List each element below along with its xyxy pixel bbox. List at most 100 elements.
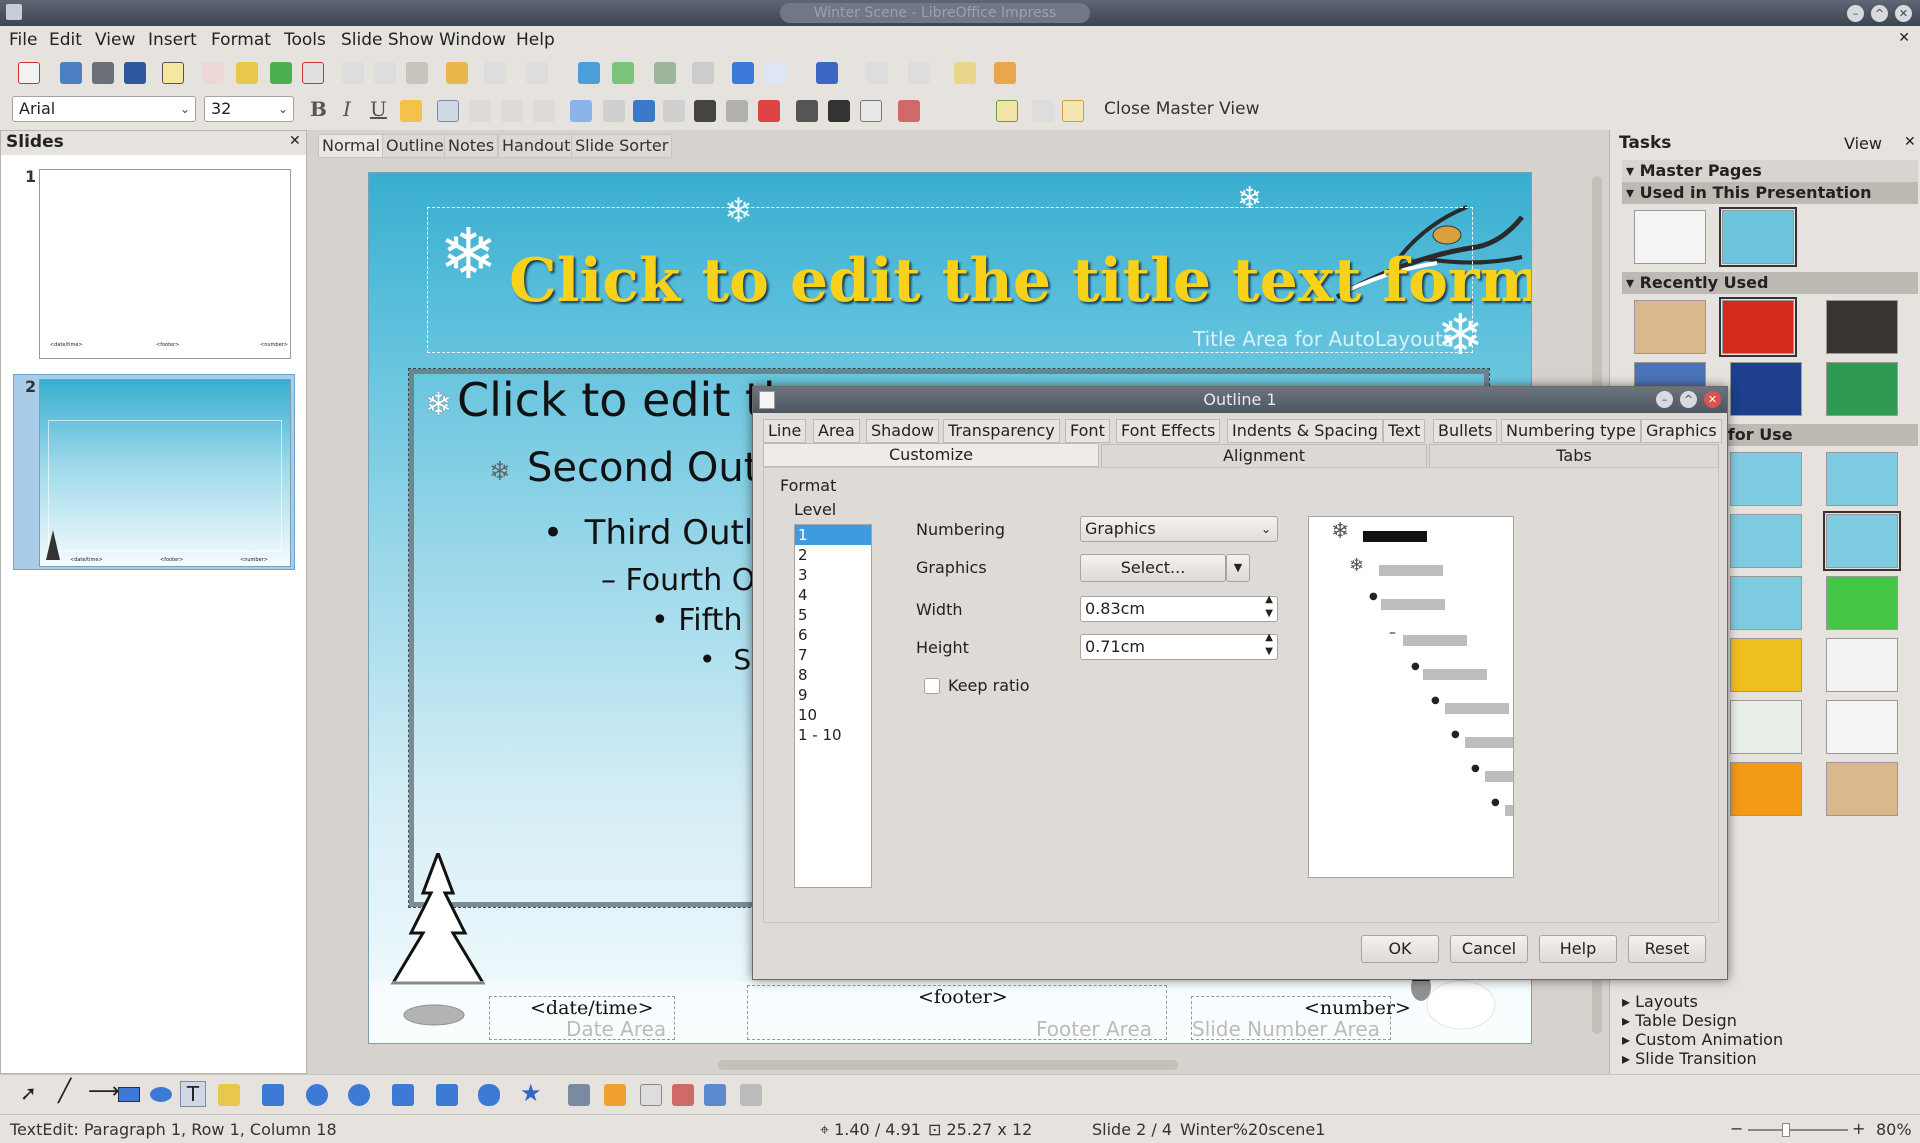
dialog-maximize-button[interactable]: ^ — [1680, 391, 1697, 408]
level-item-2[interactable]: 2 — [795, 545, 871, 565]
subtab-alignment[interactable]: Alignment — [1101, 444, 1427, 468]
date-area[interactable]: <date/time> Date Area — [489, 996, 675, 1041]
delete-master-icon[interactable] — [1032, 100, 1054, 122]
callouts-icon[interactable] — [478, 1084, 500, 1106]
master-thumb-avail-9[interactable] — [1730, 700, 1802, 754]
menu-edit[interactable]: Edit — [49, 30, 82, 50]
master-thumb-recent-3[interactable] — [1826, 300, 1898, 354]
zoom-out-icon[interactable]: − — [1730, 1119, 1743, 1138]
menu-insert[interactable]: Insert — [148, 30, 197, 50]
level-item-8[interactable]: 8 — [795, 665, 871, 685]
horizontal-scrollbar[interactable] — [318, 1058, 1570, 1072]
tab-font[interactable]: Font — [1065, 419, 1110, 443]
menu-format[interactable]: Format — [211, 30, 271, 50]
master-thumb-avail-5[interactable] — [1730, 576, 1802, 630]
maximize-button[interactable]: ^ — [1871, 5, 1888, 22]
spinner-arrows-icon[interactable]: ▲ ▼ — [1265, 593, 1273, 621]
ellipse-icon[interactable] — [150, 1087, 172, 1102]
redo-icon[interactable] — [526, 62, 548, 84]
master-thumb-avail-2[interactable] — [1826, 452, 1898, 506]
menu-view[interactable]: View — [95, 30, 135, 50]
tab-graphics[interactable]: Graphics — [1641, 419, 1722, 443]
slide-title[interactable]: Click to edit the title text format — [509, 246, 1531, 316]
ok-button[interactable]: OK — [1361, 935, 1439, 963]
font-size-select[interactable]: 32 ⌄ — [204, 96, 294, 122]
master-thumb-used-1[interactable] — [1634, 210, 1706, 264]
arrange-icon[interactable] — [994, 62, 1016, 84]
slide-show-icon[interactable] — [764, 62, 786, 84]
layouts-section[interactable]: ▸ Layouts — [1622, 992, 1698, 1011]
master-thumb-avail-11[interactable] — [1730, 762, 1802, 816]
autoformat-icon[interactable] — [236, 62, 258, 84]
close-master-view-button[interactable]: Close Master View — [1104, 99, 1260, 119]
decrease-font-icon[interactable] — [758, 100, 780, 122]
horizontal-scroll-thumb[interactable] — [718, 1060, 1178, 1070]
basic-shapes-icon[interactable] — [306, 1084, 328, 1106]
tab-normal[interactable]: Normal — [318, 134, 384, 158]
align-right-icon[interactable] — [501, 100, 523, 122]
slide-thumbnail-1[interactable]: <date/time> <footer> <number> — [39, 169, 291, 359]
select-graphic-dropdown[interactable]: ▼ — [1226, 554, 1250, 582]
rectangle-icon[interactable] — [118, 1087, 140, 1102]
auto-spellcheck-icon[interactable] — [302, 62, 324, 84]
pdf-icon[interactable] — [202, 62, 224, 84]
height-spinner[interactable]: 0.71cm ▲ ▼ — [1080, 632, 1278, 660]
edit-mode-icon[interactable] — [162, 62, 184, 84]
tab-notes[interactable]: Notes — [444, 134, 499, 158]
copy-icon[interactable] — [374, 62, 396, 84]
tasks-view-menu[interactable]: View — [1844, 134, 1882, 153]
glue-points-icon[interactable] — [604, 1084, 626, 1106]
width-spinner[interactable]: 0.83cm ▲ ▼ — [1080, 593, 1278, 622]
tab-outline[interactable]: Outline — [382, 134, 448, 158]
cut-icon[interactable] — [342, 62, 364, 84]
menu-file[interactable]: File — [9, 30, 37, 50]
tab-numbering-type[interactable]: Numbering type — [1501, 419, 1641, 443]
new-icon[interactable] — [18, 62, 40, 84]
master-thumb-recent-5[interactable] — [1730, 362, 1802, 416]
save-icon[interactable] — [92, 62, 114, 84]
tab-line[interactable]: Line — [763, 419, 807, 443]
tab-slide-sorter[interactable]: Slide Sorter — [571, 134, 673, 158]
slide-number-area[interactable]: <number> Slide Number Area — [1191, 996, 1411, 1041]
draw-functions-icon[interactable] — [654, 62, 676, 84]
tab-text[interactable]: Text — [1383, 419, 1426, 443]
from-file-icon[interactable] — [672, 1084, 694, 1106]
select-graphic-button[interactable]: Select... — [1080, 554, 1226, 582]
slide-thumbnail-2[interactable]: <date/time> <footer> <number> — [39, 379, 291, 567]
master-slide-icon[interactable] — [954, 62, 976, 84]
menu-slide-show[interactable]: Slide Show — [341, 30, 434, 50]
gallery-icon[interactable] — [704, 1084, 726, 1106]
numbering-select[interactable]: Graphics ⌄ — [1080, 516, 1278, 542]
zoom-slider[interactable] — [1748, 1129, 1848, 1131]
select-arrow-icon[interactable]: ➚ — [20, 1081, 37, 1105]
slide-transition-section[interactable]: ▸ Slide Transition — [1622, 1049, 1757, 1068]
close-document-icon[interactable]: ✕ — [1898, 30, 1910, 46]
helplines-icon[interactable] — [732, 62, 754, 84]
curve-icon[interactable] — [218, 1084, 240, 1106]
text-tool-icon[interactable]: T — [180, 1081, 206, 1107]
level-item-4[interactable]: 4 — [795, 585, 871, 605]
master-thumb-avail-10[interactable] — [1826, 700, 1898, 754]
master-thumb-avail-6[interactable] — [1826, 576, 1898, 630]
spellcheck-icon[interactable] — [270, 62, 292, 84]
tab-indents-spacing[interactable]: Indents & Spacing — [1227, 419, 1383, 443]
position-size-icon[interactable] — [898, 100, 920, 122]
rename-master-icon[interactable] — [1062, 100, 1084, 122]
level-item-10[interactable]: 10 — [795, 705, 871, 725]
level-item-1[interactable]: 1 — [795, 525, 871, 545]
menu-help[interactable]: Help — [516, 30, 555, 50]
print-icon[interactable] — [60, 62, 82, 84]
master-thumb-recent-1[interactable] — [1634, 300, 1706, 354]
fontwork-icon[interactable] — [640, 1084, 662, 1106]
undo-icon[interactable] — [484, 62, 506, 84]
master-thumb-avail-3[interactable] — [1730, 514, 1802, 568]
character-icon[interactable] — [796, 100, 818, 122]
subtab-tabs[interactable]: Tabs — [1429, 444, 1719, 468]
master-thumb-avail-7[interactable] — [1730, 638, 1802, 692]
level-list[interactable]: 1 2 3 4 5 6 7 8 9 10 1 - 10 — [794, 524, 872, 888]
footer-area[interactable]: <footer> Footer Area — [747, 985, 1167, 1041]
move-down-icon[interactable] — [694, 100, 716, 122]
menu-window[interactable]: Window — [439, 30, 506, 50]
master-thumb-recent-2[interactable] — [1719, 297, 1797, 357]
italic-icon[interactable]: I — [343, 97, 351, 121]
